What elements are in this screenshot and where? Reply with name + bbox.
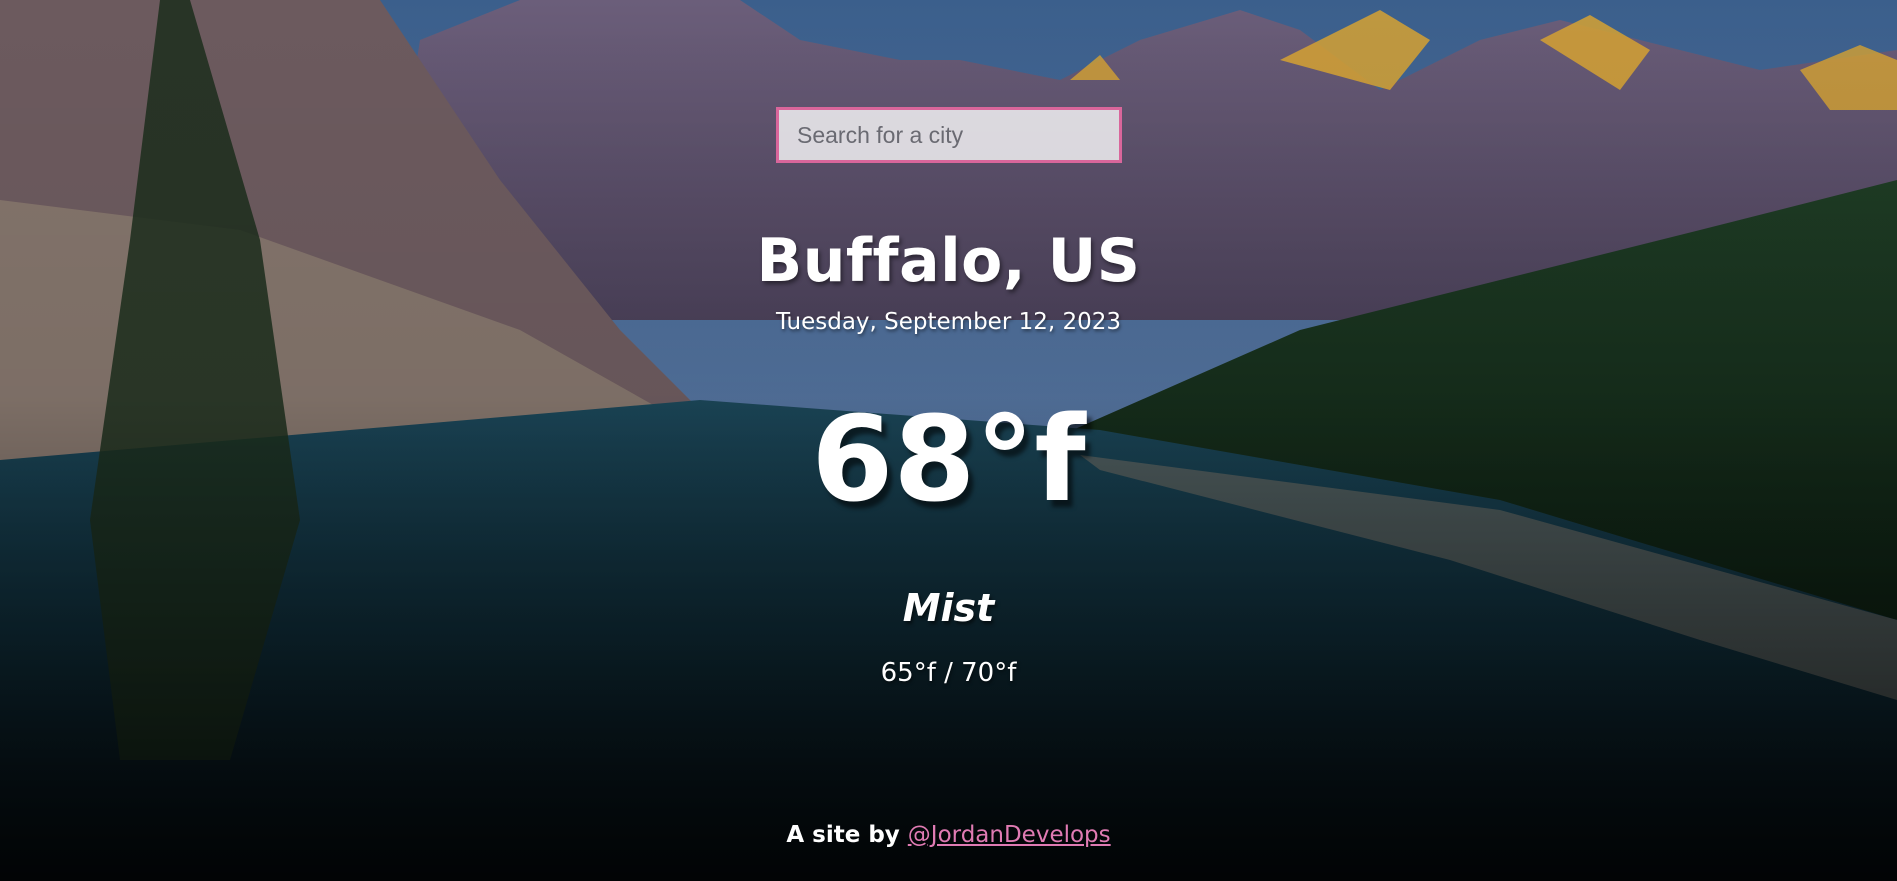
current-date: Tuesday, September 12, 2023 bbox=[775, 309, 1122, 335]
author-link[interactable]: @JordanDevelops bbox=[908, 822, 1111, 848]
current-temperature: 68°f bbox=[811, 390, 1086, 528]
footer-credit: A site by @JordanDevelops bbox=[0, 822, 1897, 848]
footer-prefix: A site by bbox=[786, 822, 908, 848]
city-search-input[interactable] bbox=[776, 107, 1122, 163]
city-name: Buffalo, US bbox=[756, 226, 1141, 296]
weather-condition: Mist bbox=[902, 586, 995, 630]
weather-app: Buffalo, US Tuesday, September 12, 2023 … bbox=[0, 0, 1897, 881]
temperature-range: 65°f / 70°f bbox=[880, 658, 1017, 688]
